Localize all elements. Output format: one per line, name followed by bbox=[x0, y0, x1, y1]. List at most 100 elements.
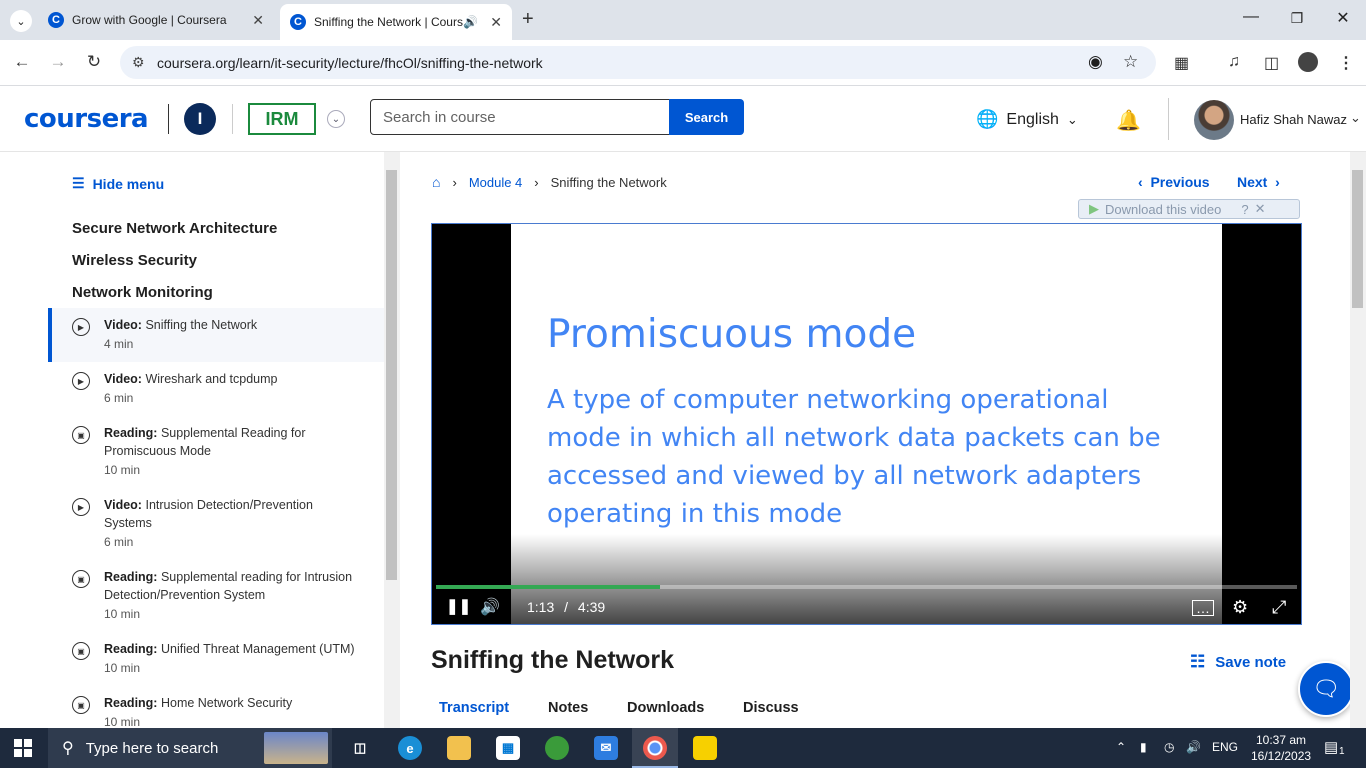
language-selector[interactable]: 🌐 English ⌄ bbox=[976, 109, 1078, 130]
video-progress-bar[interactable] bbox=[436, 585, 1297, 589]
battery-icon[interactable]: ▮ bbox=[1140, 740, 1147, 754]
system-clock[interactable]: 10:37 am 16/12/2023 bbox=[1251, 732, 1311, 764]
site-info-icon[interactable]: ⚙ bbox=[132, 54, 145, 71]
chevron-down-icon[interactable]: ⌄ bbox=[1350, 110, 1361, 126]
back-icon[interactable]: ← bbox=[10, 52, 34, 72]
notifications-bell-icon[interactable]: 🔔 bbox=[1116, 108, 1141, 133]
fullscreen-icon[interactable]: ⤢ bbox=[1272, 597, 1286, 618]
hide-menu-button[interactable]: ☰ Hide menu bbox=[72, 175, 164, 192]
settings-gear-icon[interactable]: ⚙ bbox=[1232, 597, 1248, 618]
item-title: Reading: Home Network Security bbox=[104, 696, 293, 710]
edge-icon[interactable]: e bbox=[398, 736, 422, 760]
user-avatar[interactable] bbox=[1194, 100, 1234, 140]
previous-button[interactable]: ‹ Previous bbox=[1138, 174, 1210, 190]
user-name[interactable]: Hafiz Shah Nawaz bbox=[1240, 112, 1347, 127]
item-duration: 10 min bbox=[104, 715, 141, 728]
sidebar-item-home-network-security[interactable]: ▣ Reading: Home Network Security 10 min bbox=[48, 688, 384, 728]
file-explorer-icon[interactable] bbox=[447, 736, 471, 760]
new-tab-button[interactable]: + bbox=[522, 8, 534, 31]
search-input[interactable] bbox=[370, 99, 670, 135]
item-duration: 6 min bbox=[104, 535, 134, 549]
sticky-notes-icon[interactable] bbox=[693, 736, 717, 760]
volume-icon[interactable]: 🔊 bbox=[480, 597, 500, 617]
address-bar[interactable]: ⚙ coursera.org/learn/it-security/lecture… bbox=[120, 46, 1156, 79]
sidebar-item-wireshark[interactable]: ▶ Video: Wireshark and tcpdump 6 min bbox=[48, 364, 384, 418]
side-panel-icon[interactable]: ◫ bbox=[1264, 53, 1279, 73]
extensions-icon[interactable]: ▦ bbox=[1174, 53, 1189, 73]
more-menu-icon[interactable]: ⋮ bbox=[1338, 53, 1354, 73]
wifi-icon[interactable]: ◷ bbox=[1164, 740, 1174, 754]
tab-search-chevron-icon[interactable]: ⌄ bbox=[10, 10, 32, 32]
sidebar-item-ids-ips-reading[interactable]: ▣ Reading: Supplemental reading for Intr… bbox=[48, 562, 384, 634]
coursera-logo[interactable]: coursera bbox=[24, 104, 149, 134]
store-icon[interactable]: ▦ bbox=[496, 736, 520, 760]
sidebar-item-utm[interactable]: ▣ Reading: Unified Threat Management (UT… bbox=[48, 634, 384, 688]
bookmark-star-icon[interactable]: ☆ bbox=[1123, 52, 1138, 72]
section-network-monitoring[interactable]: Network Monitoring bbox=[72, 284, 213, 301]
minimize-icon[interactable]: — bbox=[1228, 8, 1274, 26]
forward-icon[interactable]: → bbox=[46, 52, 70, 72]
item-title: Video: Wireshark and tcpdump bbox=[104, 372, 278, 386]
windows-start-icon[interactable] bbox=[14, 739, 32, 757]
next-button[interactable]: Next › bbox=[1237, 174, 1280, 190]
speaker-icon[interactable]: 🔊 bbox=[463, 15, 478, 29]
windows-taskbar: ⚲ Type here to search ◫ e ▦ ✉ ⌃ ▮ ◷ 🔊 EN… bbox=[0, 728, 1366, 768]
close-window-icon[interactable]: ✕ bbox=[1320, 8, 1366, 28]
tab-transcript[interactable]: Transcript bbox=[439, 700, 509, 716]
profile-icon[interactable] bbox=[1298, 52, 1318, 72]
tab-notes[interactable]: Notes bbox=[548, 700, 588, 716]
chat-assistant-button[interactable]: 🗨 bbox=[1298, 661, 1354, 717]
tray-chevron-up-icon[interactable]: ⌃ bbox=[1116, 740, 1126, 754]
volume-icon[interactable]: 🔊 bbox=[1186, 740, 1201, 754]
main-scrollbar-thumb[interactable] bbox=[1352, 170, 1363, 308]
tab-discuss[interactable]: Discuss bbox=[743, 700, 799, 716]
notification-center-icon[interactable]: ▤ bbox=[1324, 738, 1338, 756]
current-time: 1:13 bbox=[527, 599, 555, 615]
browser-tab-grow-with-google[interactable]: C Grow with Google | Coursera ✕ bbox=[40, 0, 274, 40]
close-tab-icon[interactable]: ✕ bbox=[490, 14, 502, 31]
partner-dropdown-chevron-icon[interactable]: ⌄ bbox=[327, 110, 345, 128]
help-icon[interactable]: ? bbox=[1241, 202, 1248, 217]
save-note-button[interactable]: ☷ Save note bbox=[1190, 652, 1286, 672]
close-icon[interactable]: ✕ bbox=[1255, 201, 1266, 217]
section-secure-network-architecture[interactable]: Secure Network Architecture bbox=[72, 220, 277, 237]
item-title: Reading: Supplemental reading for Intrus… bbox=[104, 570, 353, 602]
taskbar-search-box[interactable]: ⚲ Type here to search bbox=[48, 728, 332, 768]
sidebar-scrollbar-thumb[interactable] bbox=[386, 170, 397, 580]
home-icon[interactable]: ⌂ bbox=[432, 174, 440, 190]
section-wireless-security[interactable]: Wireless Security bbox=[72, 252, 197, 269]
captions-icon[interactable]: … bbox=[1192, 600, 1214, 616]
close-tab-icon[interactable]: ✕ bbox=[252, 12, 264, 29]
video-player[interactable]: Promiscuous mode A type of computer netw… bbox=[431, 223, 1302, 625]
task-view-icon[interactable]: ◫ bbox=[348, 736, 372, 760]
browser-tab-sniffing[interactable]: C Sniffing the Network | Cours 🔊 ✕ bbox=[280, 4, 512, 40]
play-icon: ▶ bbox=[72, 318, 90, 336]
notification-count: 1 bbox=[1339, 746, 1345, 757]
media-control-icon[interactable]: ♫ bbox=[1228, 53, 1240, 71]
course-sidebar: ☰ Hide menu Secure Network Architecture … bbox=[0, 152, 384, 728]
tab-downloads[interactable]: Downloads bbox=[627, 700, 704, 716]
slide-title: Promiscuous mode bbox=[547, 312, 917, 357]
sidebar-item-sniffing-the-network[interactable]: ▶ Video: Sniffing the Network 4 min bbox=[48, 308, 384, 362]
reload-icon[interactable]: ↻ bbox=[82, 52, 106, 72]
item-duration: 10 min bbox=[104, 661, 141, 675]
language-label: English bbox=[1006, 110, 1059, 128]
clock-date: 16/12/2023 bbox=[1251, 749, 1312, 763]
search-button[interactable]: Search bbox=[669, 99, 744, 135]
sidebar-item-ids-ips-video[interactable]: ▶ Video: Intrusion Detection/Prevention … bbox=[48, 490, 384, 562]
play-triangle-icon: ▶ bbox=[1089, 201, 1099, 216]
irm-partner-logo[interactable]: IRM bbox=[248, 103, 316, 135]
previous-label: Previous bbox=[1150, 174, 1210, 190]
restore-icon[interactable]: ❐ bbox=[1274, 10, 1320, 27]
partner-logo-initial[interactable]: I bbox=[184, 103, 216, 135]
eye-icon[interactable]: ◉ bbox=[1088, 52, 1103, 72]
pause-icon[interactable]: ❚❚ bbox=[446, 597, 471, 615]
mail-icon[interactable]: ✉ bbox=[594, 736, 618, 760]
coursera-favicon-icon: C bbox=[48, 12, 64, 28]
item-title: Video: Sniffing the Network bbox=[104, 318, 258, 332]
download-video-button[interactable]: ▶ Download this video ? ✕ bbox=[1078, 199, 1300, 219]
breadcrumb-module-link[interactable]: Module 4 bbox=[469, 175, 522, 190]
sidebar-item-promiscuous-reading[interactable]: ▣ Reading: Supplemental Reading for Prom… bbox=[48, 418, 384, 490]
network-globe-icon[interactable] bbox=[545, 736, 569, 760]
input-language[interactable]: ENG bbox=[1212, 740, 1238, 754]
